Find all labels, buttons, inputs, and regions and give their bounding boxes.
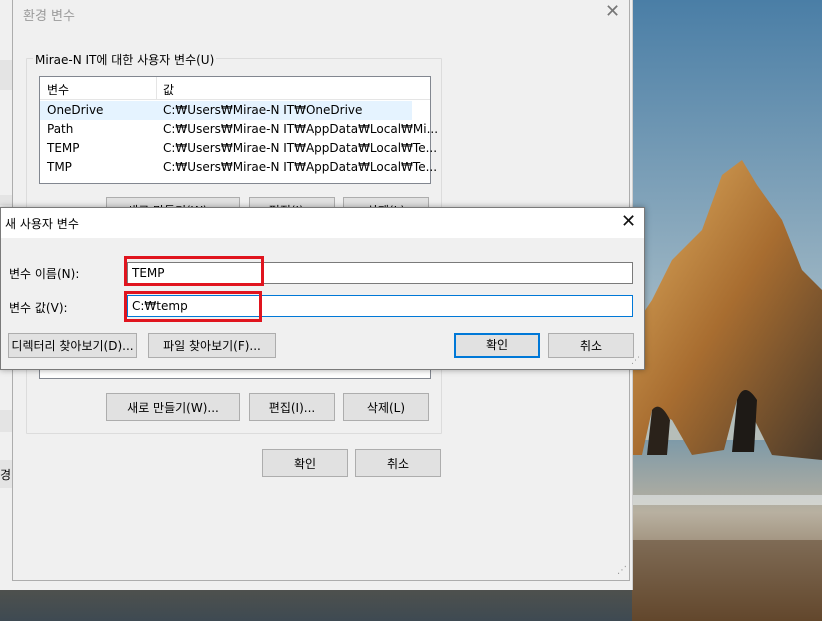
dialog-ok-button[interactable]: 확인 [454,333,540,358]
row-value: C:₩Users₩Mirae-N IT₩AppData₩Local₩Mi... [163,122,439,136]
new-user-variable-dialog: 새 사용자 변수 ✕ 변수 이름(N): 변수 값(V): 디렉터리 찾아보기(… [0,207,645,370]
table-row[interactable]: OneDrive C:₩Users₩Mirae-N IT₩OneDrive [40,101,412,120]
row-name: TEMP [47,141,80,155]
variable-name-label: 변수 이름(N): [9,267,80,281]
list-header: 변수 값 [40,77,430,100]
window-title: 환경 변수 [23,9,75,24]
close-icon[interactable]: ✕ [621,212,636,232]
partial-label: 경 [0,468,12,482]
variable-value-input[interactable] [127,295,633,317]
resize-grip-icon[interactable]: ⋰ [631,356,640,366]
column-divider [156,77,157,99]
user-variables-group-label: Mirae-N IT에 대한 사용자 변수(U) [33,51,217,68]
edit-system-variable-button[interactable]: 편집(I)... [249,393,335,421]
desktop-wallpaper-rock [632,0,822,621]
resize-grip-icon[interactable]: ⋰ [617,566,627,576]
variable-value-label: 변수 값(V): [9,301,68,315]
dialog-title: 새 사용자 변수 [5,217,79,231]
row-name: OneDrive [47,103,104,117]
variable-name-input[interactable] [127,262,633,284]
browse-directory-button[interactable]: 디렉터리 찾아보기(D)... [8,333,137,358]
column-header-variable[interactable]: 변수 [47,81,69,98]
column-header-value[interactable]: 값 [163,81,174,98]
user-variables-list[interactable]: 변수 값 OneDrive C:₩Users₩Mirae-N IT₩OneDri… [39,76,438,184]
delete-system-variable-button[interactable]: 삭제(L) [343,393,429,421]
browse-file-button[interactable]: 파일 찾아보기(F)... [148,333,276,358]
row-value: C:₩Users₩Mirae-N IT₩AppData₩Local₩Te... [163,141,438,155]
dialog-titlebar: 새 사용자 변수 ✕ [1,208,644,238]
table-row[interactable]: Path C:₩Users₩Mirae-N IT₩AppData₩Local₩M… [40,120,438,139]
row-value: C:₩Users₩Mirae-N IT₩OneDrive [163,103,363,117]
new-system-variable-button[interactable]: 새로 만들기(W)... [106,393,240,421]
row-name: Path [47,122,74,136]
cancel-button[interactable]: 취소 [355,449,441,477]
table-row[interactable]: TEMP C:₩Users₩Mirae-N IT₩AppData₩Local₩T… [40,139,437,158]
row-name: TMP [47,160,72,174]
close-icon[interactable]: ✕ [605,3,620,21]
table-row[interactable]: TMP C:₩Users₩Mirae-N IT₩AppData₩Local₩Te… [40,158,437,177]
row-value: C:₩Users₩Mirae-N IT₩AppData₩Local₩Te... [163,160,438,174]
ok-button[interactable]: 확인 [262,449,348,477]
dialog-cancel-button[interactable]: 취소 [548,333,634,358]
